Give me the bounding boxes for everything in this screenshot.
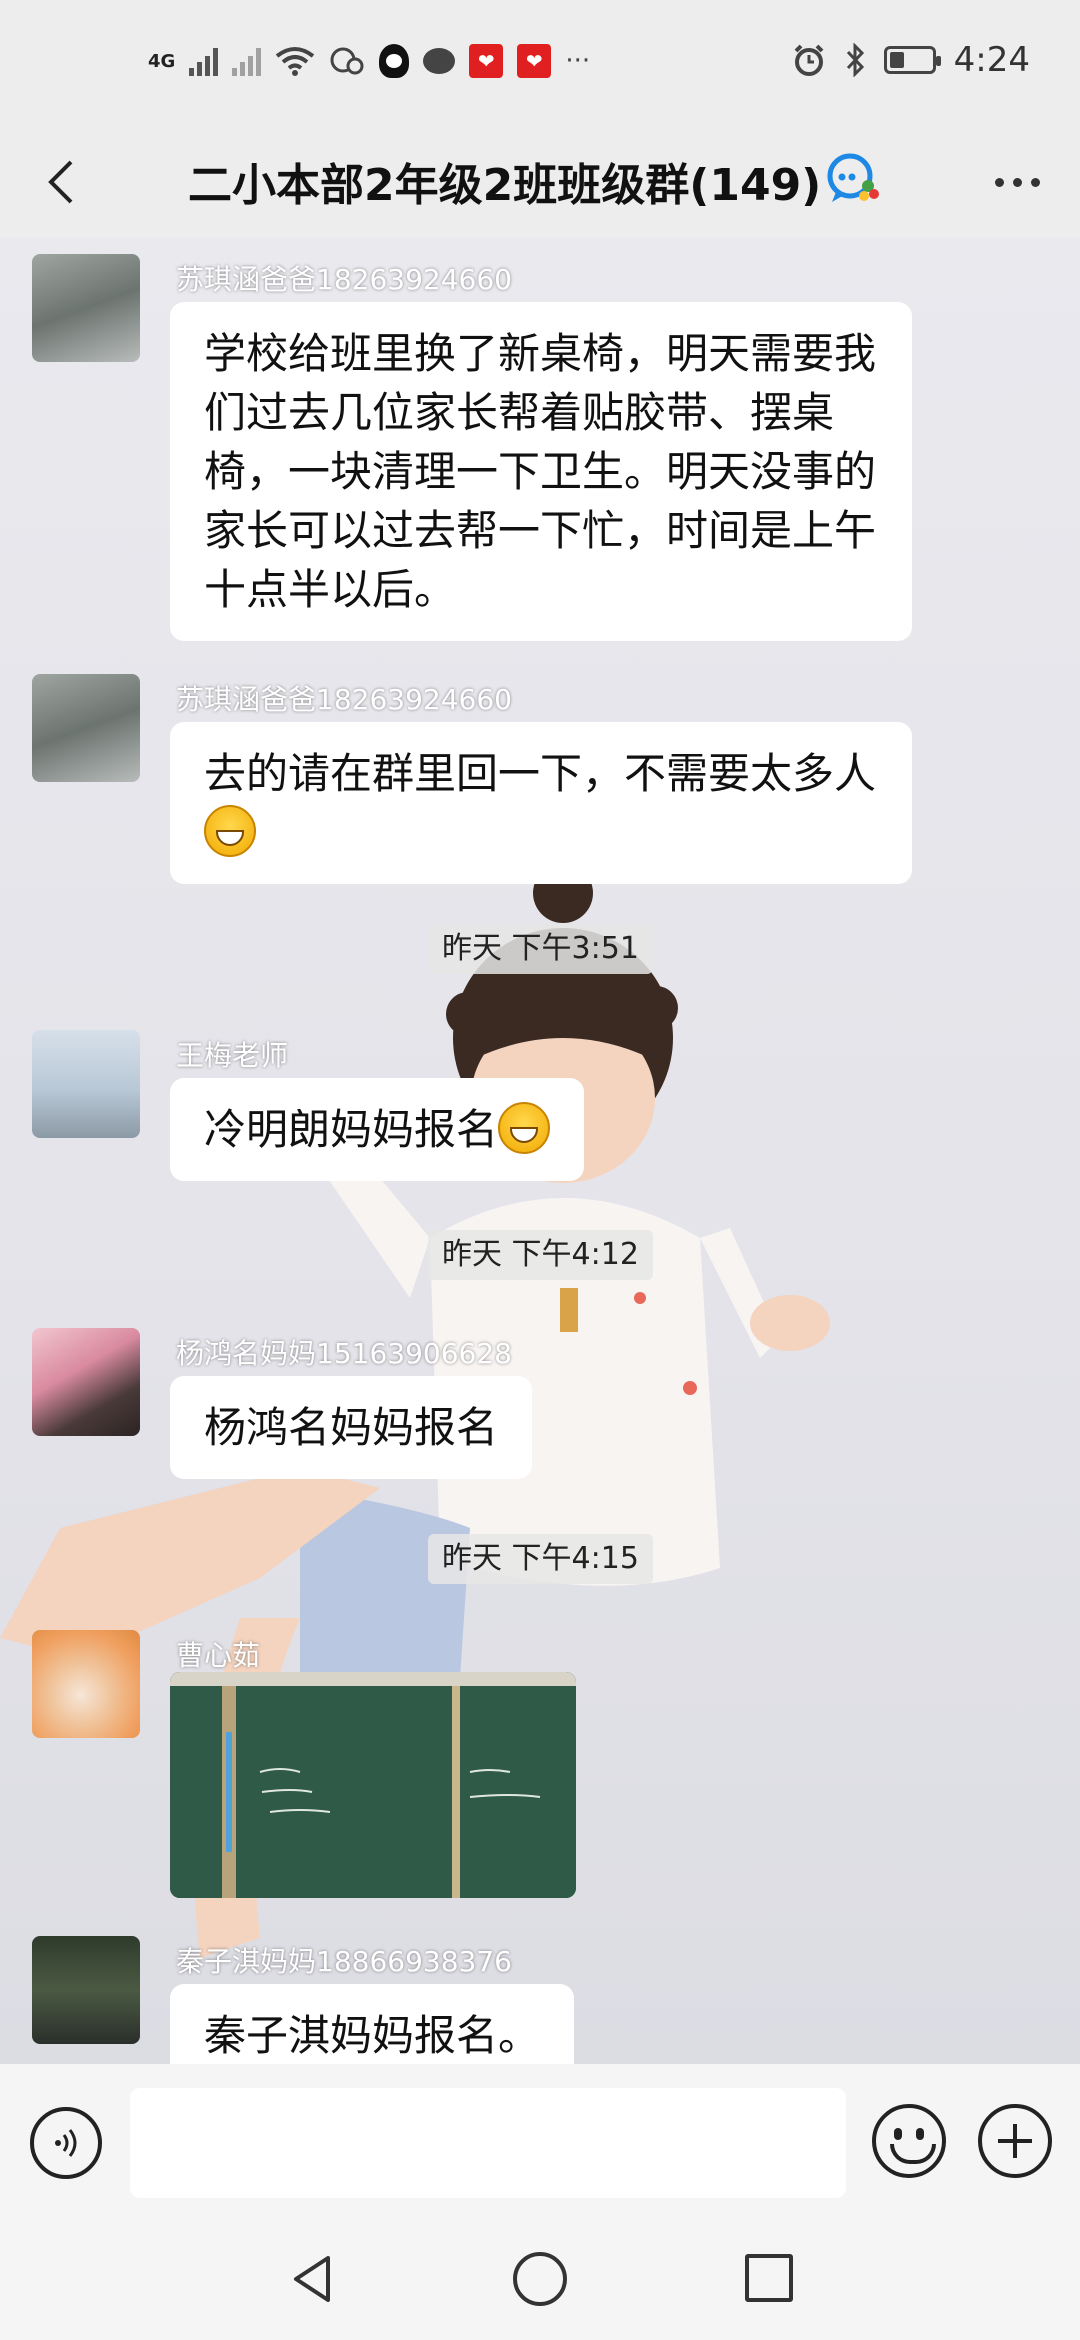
signal-2-icon (232, 46, 262, 76)
bluetooth-icon (846, 43, 864, 77)
message-bubble[interactable]: 学校给班里换了新桌椅，明天需要我们过去几位家长帮着贴胶带、摆桌椅，一块清理一下卫… (170, 302, 912, 641)
chat-sync-icon (330, 47, 364, 75)
sender-name: 王梅老师 (176, 1039, 289, 1072)
clock: 4:24 (953, 40, 1030, 80)
avatar[interactable] (32, 1936, 140, 2044)
battery-icon (883, 46, 941, 74)
message-text: 去的请在群里回一下，不需要太多人 (204, 749, 877, 798)
system-nav-bar (0, 2222, 1080, 2340)
message-text: 冷明朗妈妈报名 (204, 1105, 499, 1154)
voice-icon (55, 2129, 77, 2157)
input-bar (0, 2064, 1080, 2222)
nav-back-icon[interactable] (286, 2252, 340, 2306)
app-notification-icon-2: ❤ (517, 44, 552, 78)
app-notification-icon: ❤ (469, 44, 504, 78)
avatar[interactable] (32, 254, 140, 362)
blackboard-photo[interactable] (170, 1672, 576, 1898)
voice-button[interactable] (30, 2107, 102, 2179)
timestamp: 昨天 下午3:51 (428, 924, 653, 974)
qq-icon (379, 44, 410, 78)
sender-name: 苏琪涵爸爸18263924660 (176, 683, 512, 716)
alarm-icon (794, 44, 824, 76)
signal-icon (189, 46, 219, 76)
group-chat-icon[interactable] (822, 148, 882, 208)
message-bubble[interactable]: 杨鸿名妈妈报名 (170, 1376, 533, 1479)
more-options-button[interactable] (982, 152, 1052, 212)
emoji-button[interactable] (872, 2104, 946, 2178)
message-icon (423, 48, 456, 74)
network-type-label: 4G (148, 50, 176, 72)
sender-name: 秦子淇妈妈18866938376 (176, 1945, 512, 1978)
sender-name: 苏琪涵爸爸18263924660 (176, 263, 512, 296)
status-bar: 4G ❤ ❤ ··· 4:24 (0, 0, 1080, 132)
avatar[interactable] (32, 1030, 140, 1138)
blackboard-image (170, 1672, 576, 1898)
group-title: 二小本部2年级2班班级群(149) (188, 160, 822, 211)
chat-header: 二小本部2年级2班班级群(149) (0, 132, 1080, 238)
timestamp: 昨天 下午4:12 (428, 1230, 653, 1280)
avatar[interactable] (32, 1328, 140, 1436)
wifi-icon (276, 47, 315, 76)
nav-recents-icon[interactable] (745, 2254, 793, 2302)
plus-button[interactable] (978, 2104, 1052, 2178)
more-notifications-icon: ··· (565, 46, 591, 76)
grin-emoji-icon (204, 805, 256, 857)
avatar[interactable] (32, 674, 140, 782)
sender-name: 杨鸿名妈妈15163906628 (176, 1337, 512, 1370)
status-icons-left: 4G ❤ ❤ ··· (148, 44, 590, 78)
message-bubble[interactable]: 秦子淇妈妈报名。 (170, 1984, 575, 2064)
status-icons-right: 4:24 (792, 40, 1030, 80)
message-bubble[interactable]: 冷明朗妈妈报名 (170, 1078, 585, 1181)
smile-emoji-icon (498, 1102, 551, 1154)
sender-name: 曹心茹 (176, 1639, 261, 1672)
message-bubble[interactable]: 去的请在群里回一下，不需要太多人 (170, 722, 912, 884)
timestamp: 昨天 下午4:15 (428, 1534, 653, 1584)
message-input[interactable] (130, 2088, 846, 2198)
back-button[interactable] (30, 152, 90, 212)
chat-message-list[interactable]: 苏琪涵爸爸18263924660 学校给班里换了新桌椅，明天需要我们过去几位家长… (0, 238, 1080, 2064)
back-arrow-icon (48, 160, 73, 204)
more-dots-icon (994, 177, 1004, 187)
avatar[interactable] (32, 1630, 140, 1738)
nav-home-icon[interactable] (513, 2252, 567, 2306)
